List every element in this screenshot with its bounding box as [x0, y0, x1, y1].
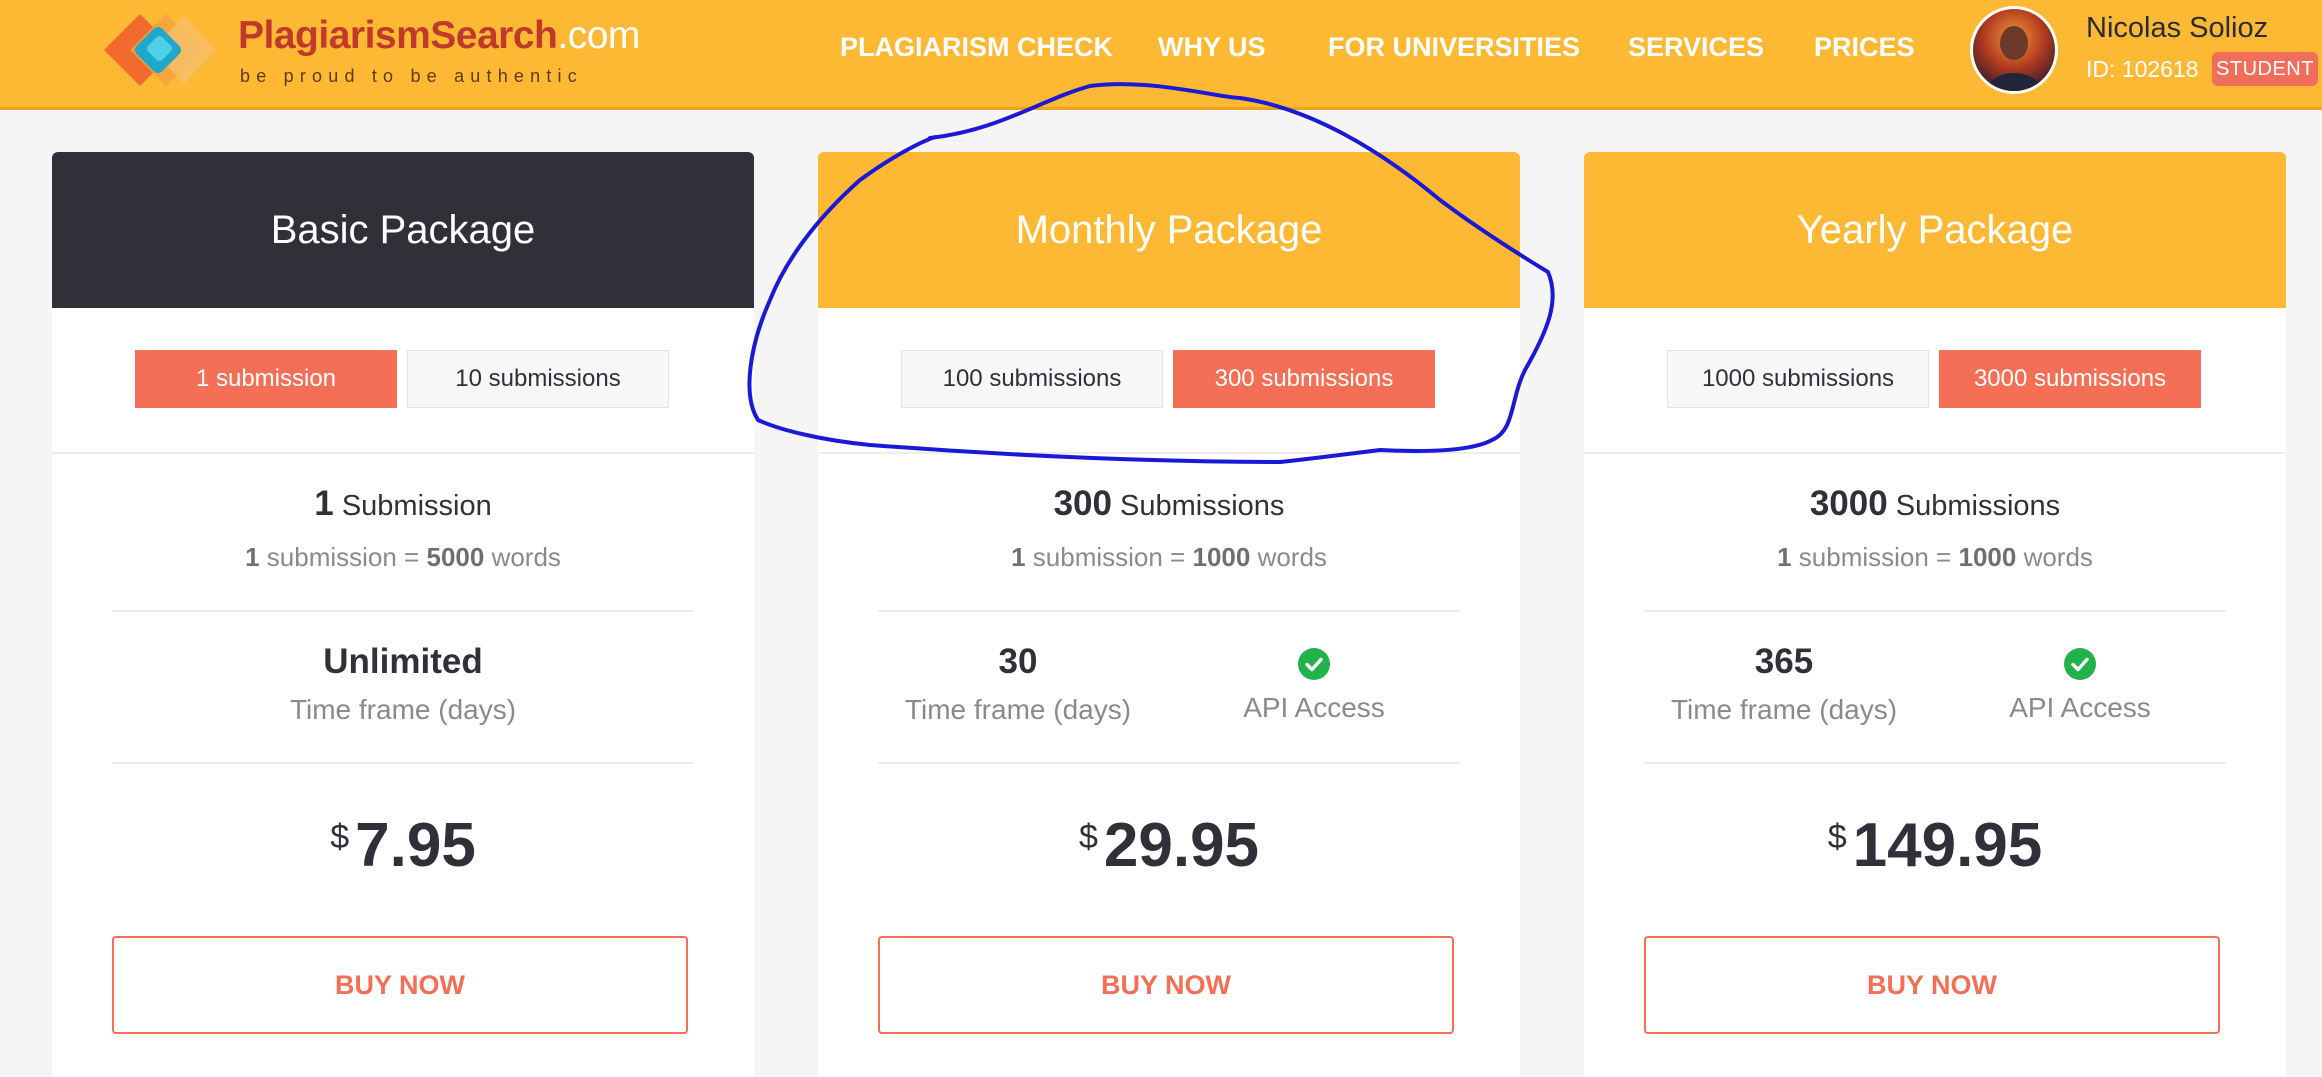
sub-end: words	[491, 542, 561, 572]
check-icon	[2064, 648, 2096, 680]
sub-words: 5000	[426, 542, 485, 572]
currency-symbol: $	[1078, 818, 1098, 856]
price-amount: 29.95	[1103, 811, 1260, 880]
submission-count: 300 Submissions	[818, 484, 1520, 524]
nav-why-us[interactable]: WHY US	[1158, 32, 1266, 63]
tab-1-submission[interactable]: 1 submission	[135, 350, 397, 408]
divider	[112, 762, 694, 764]
tab-3000-submissions[interactable]: 3000 submissions	[1939, 350, 2201, 408]
divider	[112, 610, 694, 612]
timeframe-label: Time frame (days)	[1670, 694, 1898, 725]
check-icon	[1298, 648, 1330, 680]
sub-num: 1	[1777, 542, 1792, 572]
site-logo[interactable]: PlagiarismSearch.com be proud to be auth…	[104, 8, 640, 92]
words-per-submission: 1 submission = 1000 words	[1584, 542, 2286, 573]
divider	[52, 452, 754, 454]
buy-now-button[interactable]: BUY NOW	[112, 936, 688, 1034]
submission-tabs: 1000 submissions 3000 submissions	[1584, 350, 2286, 410]
nav-services[interactable]: SERVICES	[1628, 32, 1764, 63]
package-title: Monthly Package	[818, 152, 1520, 308]
logo-diamond-icon	[104, 14, 216, 86]
count-value: 3000	[1809, 484, 1888, 523]
user-avatar-icon	[1987, 26, 2041, 91]
count-value: 300	[1053, 484, 1112, 523]
submission-tabs: 1 submission 10 submissions	[52, 350, 754, 410]
divider	[878, 762, 1460, 764]
timeframe-value: 365	[1754, 642, 1814, 681]
count-label: Submissions	[1120, 490, 1285, 522]
package-title: Basic Package	[52, 152, 754, 308]
sub-num: 1	[1011, 542, 1026, 572]
package-price: $7.95	[52, 810, 754, 881]
divider	[1584, 452, 2286, 454]
divider	[818, 452, 1520, 454]
sub-num: 1	[245, 542, 260, 572]
buy-now-button[interactable]: BUY NOW	[878, 936, 1454, 1034]
buy-now-button[interactable]: BUY NOW	[1644, 936, 2220, 1034]
timeframe-label: Time frame (days)	[904, 694, 1132, 725]
user-avatar[interactable]	[1970, 6, 2058, 94]
api-access-label: API Access	[2009, 692, 2151, 723]
tab-300-submissions[interactable]: 300 submissions	[1173, 350, 1435, 408]
currency-symbol: $	[330, 818, 350, 856]
sub-words: 1000	[1192, 542, 1251, 572]
user-id: ID: 102618	[2086, 56, 2199, 82]
logo-tagline: be proud to be authentic	[240, 66, 583, 86]
package-card-basic: Basic Package 1 submission 10 submission…	[52, 152, 754, 1077]
package-card-yearly: Yearly Package 1000 submissions 3000 sub…	[1584, 152, 2286, 1077]
count-label: Submission	[341, 490, 492, 522]
tab-10-submissions[interactable]: 10 submissions	[407, 350, 669, 408]
divider	[1644, 610, 2226, 612]
tab-1000-submissions[interactable]: 1000 submissions	[1667, 350, 1929, 408]
count-label: Submissions	[1895, 490, 2061, 522]
package-title: Yearly Package	[1584, 152, 2286, 308]
timeframe-value: Unlimited	[323, 642, 483, 681]
sub-end: words	[1257, 542, 1327, 572]
logo-text: PlagiarismSearch.com	[238, 14, 640, 58]
user-role-badge: STUDENT	[2212, 52, 2318, 86]
tab-100-submissions[interactable]: 100 submissions	[901, 350, 1163, 408]
price-amount: 7.95	[355, 811, 476, 880]
logo-name-main: PlagiarismSearch	[238, 14, 558, 57]
nav-plagiarism-check[interactable]: PLAGIARISM CHECK	[840, 32, 1113, 63]
words-per-submission: 1 submission = 1000 words	[818, 542, 1520, 573]
count-value: 1	[314, 484, 334, 523]
currency-symbol: $	[1827, 818, 1847, 856]
divider	[878, 610, 1460, 612]
top-header: PlagiarismSearch.com be proud to be auth…	[0, 0, 2322, 110]
timeframe-label: Time frame (days)	[289, 694, 517, 725]
nav-prices[interactable]: PRICES	[1814, 32, 1915, 63]
sub-mid: submission =	[1032, 542, 1186, 572]
divider	[1644, 762, 2226, 764]
user-name[interactable]: Nicolas Solioz	[2086, 12, 2268, 45]
package-price: $149.95	[1584, 810, 2286, 881]
sub-mid: submission =	[266, 542, 420, 572]
package-price: $29.95	[818, 810, 1520, 881]
submission-tabs: 100 submissions 300 submissions	[818, 350, 1520, 410]
api-access-label: API Access	[1243, 692, 1385, 723]
submission-count: 1 Submission	[52, 484, 754, 524]
words-per-submission: 1 submission = 5000 words	[52, 542, 754, 573]
sub-words: 1000	[1958, 542, 2017, 572]
timeframe-value: 30	[998, 642, 1038, 681]
package-card-monthly: Monthly Package 100 submissions 300 subm…	[818, 152, 1520, 1077]
sub-mid: submission =	[1798, 542, 1952, 572]
price-amount: 149.95	[1852, 811, 2043, 880]
logo-name-suffix: .com	[557, 14, 640, 57]
submission-count: 3000 Submissions	[1584, 484, 2286, 524]
nav-for-universities[interactable]: FOR UNIVERSITIES	[1328, 32, 1580, 63]
sub-end: words	[2023, 542, 2093, 572]
